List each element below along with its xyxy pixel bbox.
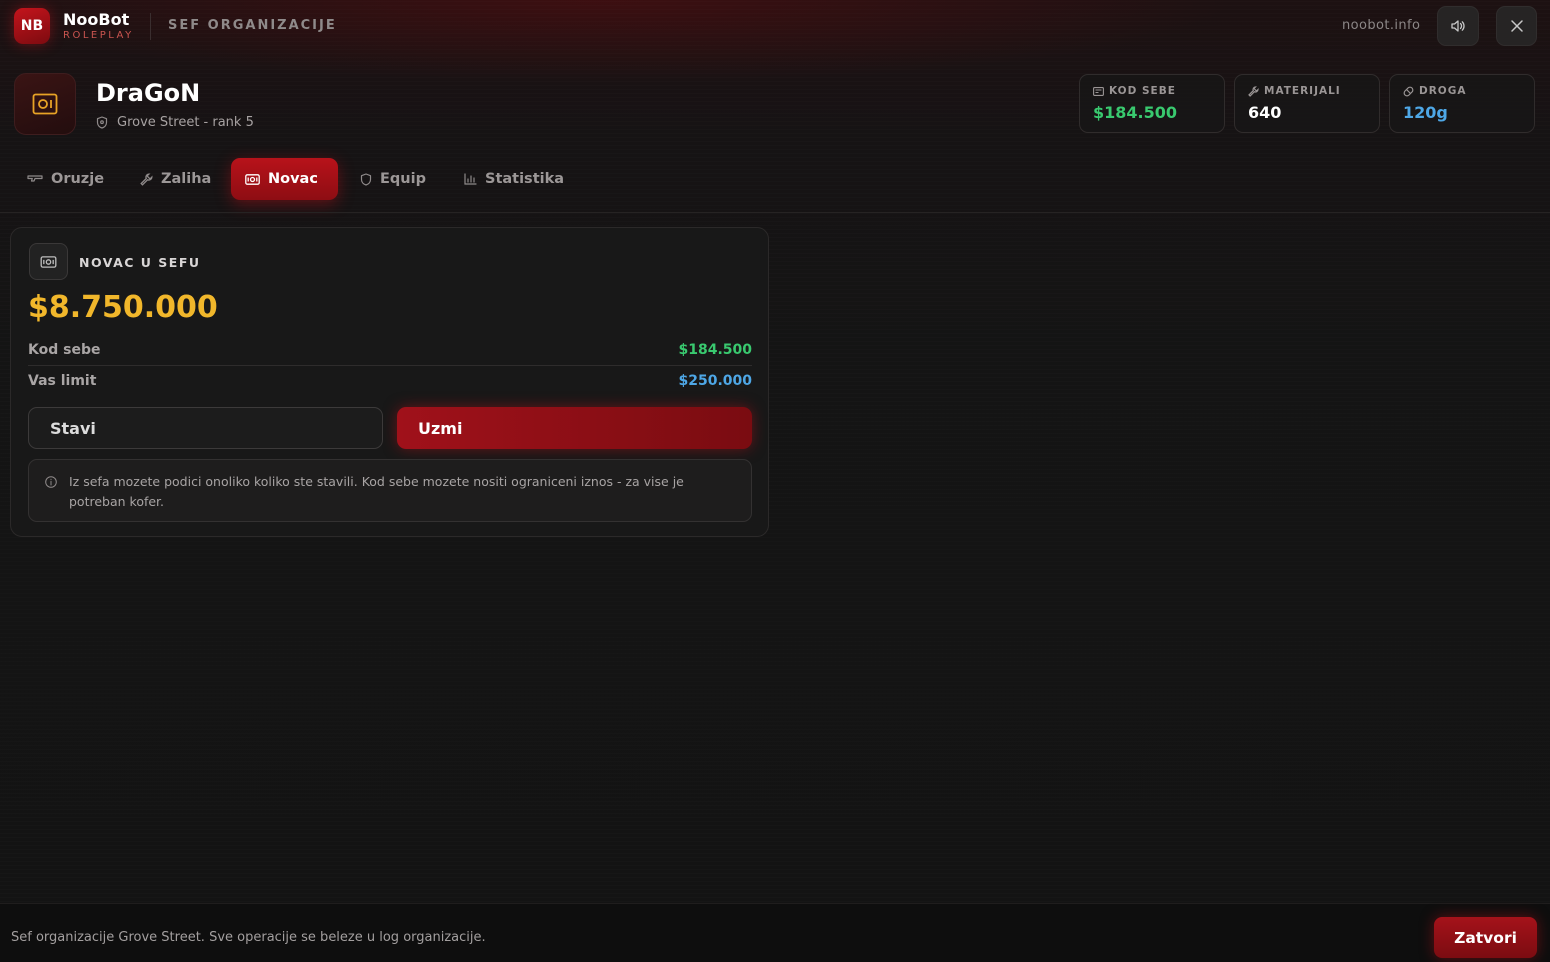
info-icon [45, 476, 57, 488]
tab-bar: Oruzje Zaliha Novac Equip Statistika [0, 158, 1550, 200]
stat-label: DROGA [1419, 85, 1467, 97]
row-vas-limit: Vas limit $250.000 [28, 369, 752, 393]
org-avatar [14, 73, 76, 135]
panel-title: NOVAC U SEFU [79, 255, 201, 270]
brand-subtitle: ROLEPLAY [63, 30, 134, 41]
tab-statistika[interactable]: Statistika [450, 158, 578, 200]
wrench-icon [1248, 85, 1259, 97]
player-org-rank: Grove Street - rank 5 [117, 115, 254, 130]
panel-icon-box [29, 243, 68, 280]
wrench-icon [140, 173, 153, 186]
tab-label: Oruzje [51, 171, 105, 187]
row-value: $250.000 [678, 373, 752, 389]
brand-name: NooBot [63, 10, 130, 29]
section-title: SEF ORGANIZACIJE [168, 18, 337, 33]
tabs-divider [0, 212, 1550, 213]
player-subtitle: Grove Street - rank 5 [96, 115, 254, 130]
tab-label: Equip [380, 171, 426, 187]
speaker-icon [1451, 20, 1465, 32]
brand-logo: NB [14, 8, 50, 44]
pill-icon [1403, 86, 1414, 96]
safe-icon [32, 93, 58, 115]
close-icon [1510, 20, 1523, 32]
player-name: DraGoN [96, 79, 201, 107]
stat-card-droga: DROGA 120g [1389, 74, 1535, 133]
info-text: Iz sefa mozete podici onoliko koliko ste… [69, 474, 684, 509]
close-button[interactable] [1496, 6, 1537, 46]
row-label: Kod sebe [28, 342, 101, 358]
sound-button[interactable] [1437, 6, 1479, 46]
stat-card-kod-sebe: KOD SEBE $184.500 [1079, 74, 1225, 133]
stat-card-materijali: MATERIJALI 640 [1234, 74, 1380, 133]
stat-value: 640 [1248, 103, 1282, 122]
gun-icon [27, 175, 43, 182]
row-label: Vas limit [28, 373, 97, 389]
deposit-button[interactable]: Stavi [28, 407, 383, 449]
stat-value: $184.500 [1093, 103, 1178, 122]
wallet-icon [1093, 86, 1104, 96]
bar-chart-icon [464, 173, 477, 185]
footer: Sef organizacije Grove Street. Sve opera… [0, 903, 1550, 962]
tab-label: Novac [268, 171, 318, 187]
row-divider [28, 365, 752, 366]
cash-icon [245, 173, 260, 185]
tab-zaliha[interactable]: Zaliha [126, 158, 225, 200]
tab-equip[interactable]: Equip [346, 158, 440, 200]
shield-icon [96, 116, 108, 129]
shield-icon [360, 172, 372, 186]
footer-text: Sef organizacije Grove Street. Sve opera… [11, 930, 486, 945]
top-bar: NB NooBot ROLEPLAY SEF ORGANIZACIJE noob… [0, 0, 1550, 52]
stat-value: 120g [1403, 103, 1448, 122]
money-panel: NOVAC U SEFU $8.750.000 Kod sebe $184.50… [10, 227, 769, 537]
row-kod-sebe: Kod sebe $184.500 [28, 338, 752, 362]
tab-label: Statistika [485, 171, 565, 187]
withdraw-button[interactable]: Uzmi [397, 407, 752, 449]
info-box: Iz sefa mozete podici onoliko koliko ste… [28, 459, 752, 522]
tab-label: Zaliha [161, 171, 212, 187]
safe-balance: $8.750.000 [28, 290, 218, 325]
row-value: $184.500 [678, 342, 752, 358]
divider [150, 13, 151, 40]
cash-icon [40, 255, 57, 268]
site-link: noobot.info [1342, 18, 1421, 33]
stat-label: MATERIJALI [1264, 85, 1341, 97]
stat-label: KOD SEBE [1109, 85, 1176, 97]
tab-oruzje[interactable]: Oruzje [13, 158, 118, 200]
zatvori-button[interactable]: Zatvori [1434, 917, 1537, 958]
tab-novac[interactable]: Novac [231, 158, 338, 200]
